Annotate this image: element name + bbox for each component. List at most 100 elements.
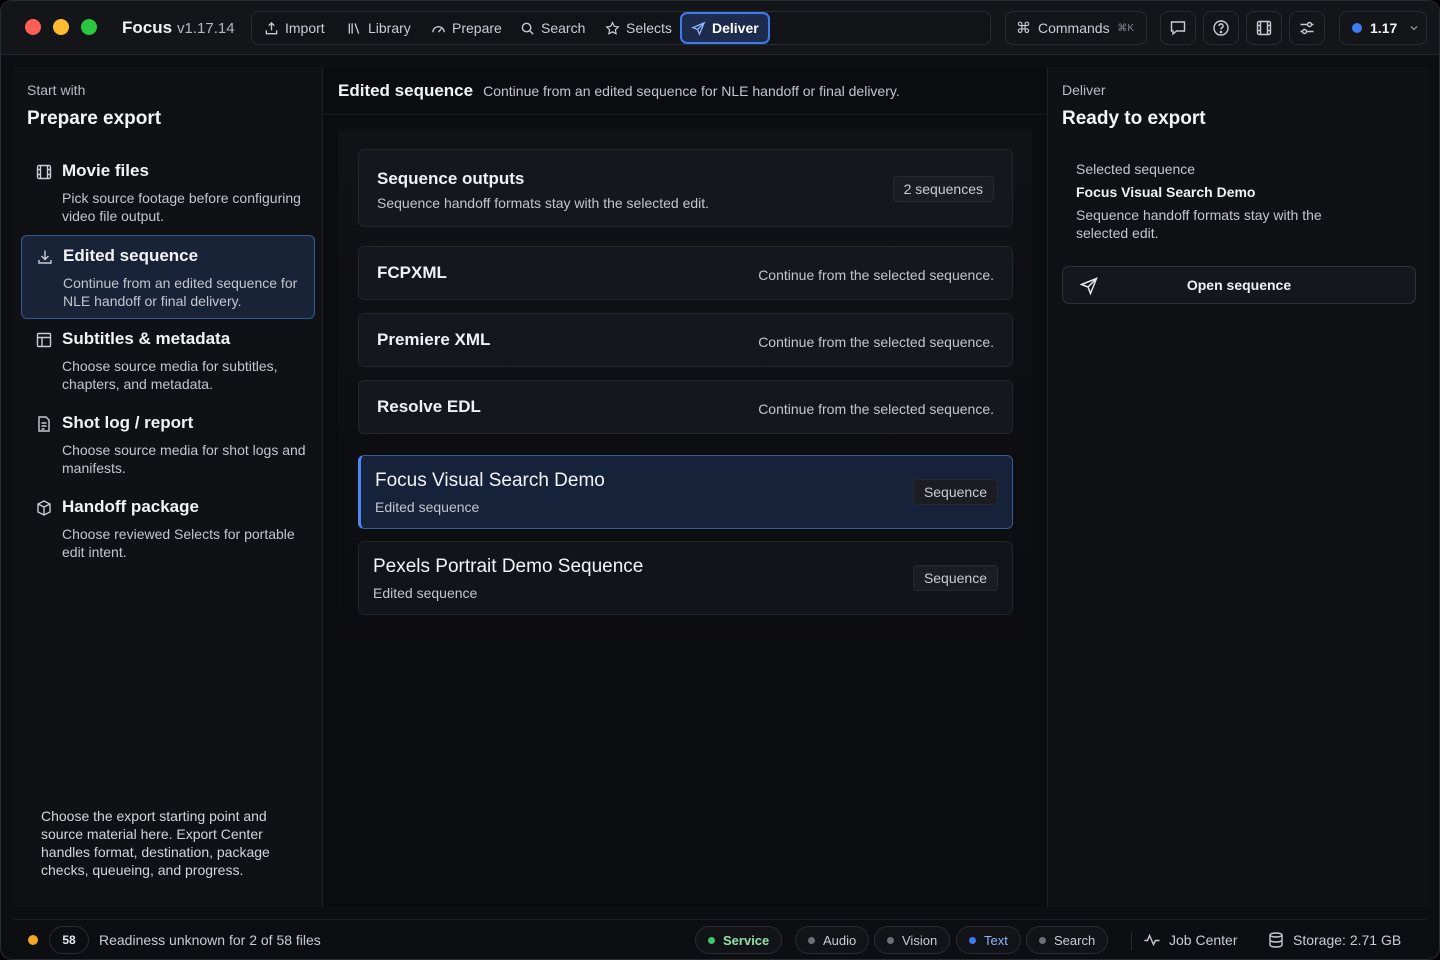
format-desc: Continue from the selected sequence. [758,401,994,417]
storage-indicator[interactable]: Storage: 2.71 GB [1267,920,1401,959]
option-desc: Choose source media for subtitles, chapt… [62,358,278,392]
deliver-eyebrow: Deliver [1062,82,1106,98]
format-desc: Continue from the selected sequence. [758,334,994,350]
prepare-export-panel: Start with Prepare export Movie files Pi… [13,67,323,907]
selected-label: Selected sequence [1076,161,1196,177]
nav-deliver[interactable]: Deliver [680,12,770,44]
option-desc: Choose reviewed Selects for portable edi… [62,526,295,560]
format-desc: Continue from the selected sequence. [758,267,994,283]
selected-sequence-summary: Selected sequence Focus Visual Search De… [1076,161,1376,242]
text-dot [969,936,976,944]
upload-icon [265,21,278,34]
nav-selects-label: Selects [626,20,672,36]
chat-button[interactable] [1160,11,1196,45]
format-name: Premiere XML [377,330,491,349]
minimize-window-button[interactable] [53,19,69,35]
option-title: Movie files [62,161,149,180]
nav-import[interactable]: Import [264,12,325,44]
file-count-badge: 58 [49,926,89,954]
job-center-label: Job Center [1169,932,1238,948]
open-sequence-label: Open sequence [1186,277,1292,293]
format-resolve-edl[interactable]: Resolve EDL Continue from the selected s… [358,380,1013,434]
service-status-search[interactable]: Search [1026,926,1109,954]
status-bar: 58 Readiness unknown for 2 of 58 files S… [13,919,1427,959]
readiness-indicator-dot [28,935,38,945]
sequence-badge: Sequence [912,565,998,591]
option-title: Edited sequence [63,246,199,265]
commands-shortcut: ⌘K [1117,22,1134,34]
service-label: Service [723,932,770,948]
close-window-button[interactable] [25,19,41,35]
option-shot-log-report[interactable]: Shot log / report Choose source media fo… [21,403,315,487]
main-nav: Import Library Prepare Search Selects De… [251,11,991,45]
film-button[interactable] [1246,11,1282,45]
selected-name: Focus Visual Search Demo [1076,184,1256,200]
search-icon [521,22,534,35]
app-window: Focus v1.17.14 Import Library Prepare Se… [0,0,1440,960]
option-desc: Choose source media for shot logs and ma… [62,442,306,476]
center-header: Edited sequence Continue from an edited … [324,67,1046,115]
option-movie-files[interactable]: Movie files Pick source footage before c… [21,151,315,235]
service-status-text[interactable]: Text [956,926,1021,954]
center-subheading: Continue from an edited sequence for NLE… [483,82,900,99]
zoom-window-button[interactable] [81,19,97,35]
version-selector[interactable]: 1.17 [1339,11,1427,45]
sequence-type: Edited sequence [373,585,478,601]
search-dot [1039,936,1046,944]
readiness-message: Readiness unknown for 2 of 58 files [99,932,321,948]
option-title: Handoff package [62,497,199,516]
help-icon [1213,20,1229,36]
vision-dot [887,936,894,944]
nav-deliver-label: Deliver [712,20,759,36]
send-icon [1079,277,1098,296]
panel-footer-note: Choose the export starting point and sou… [41,808,270,878]
open-sequence-button[interactable]: Open sequence [1062,266,1416,304]
option-edited-sequence[interactable]: Edited sequence Continue from an edited … [21,235,315,319]
version-label: 1.17 [1370,20,1398,36]
deliver-panel: Deliver Ready to export Selected sequenc… [1047,67,1429,907]
format-fcpxml[interactable]: FCPXML Continue from the selected sequen… [358,246,1013,300]
sequence-name: Focus Visual Search Demo [375,470,605,491]
commands-button[interactable]: ⌘ Commands ⌘K [1005,11,1147,45]
center-heading: Edited sequence [338,80,474,100]
sequence-item-pexels-portrait-demo[interactable]: Pexels Portrait Demo Sequence Edited seq… [358,541,1013,615]
activity-icon [1144,933,1160,947]
nav-library[interactable]: Library [347,12,411,44]
panel-eyebrow: Start with [27,82,86,98]
package-icon [37,500,51,516]
sequence-canvas: Sequence outputs Sequence handoff format… [338,129,1032,907]
service-status-audio[interactable]: Audio [795,926,870,954]
sequence-badge: Sequence [912,479,998,505]
chat-icon [1170,21,1186,36]
format-name: Resolve EDL [377,397,481,416]
help-button[interactable] [1203,11,1239,45]
nav-library-label: Library [368,20,411,36]
version-status-dot [1352,23,1362,33]
nav-selects[interactable]: Selects [605,12,672,44]
service-status-vision[interactable]: Vision [874,926,951,954]
job-center-button[interactable]: Job Center [1143,920,1238,959]
deliver-title: Ready to export [1062,108,1206,129]
outputs-desc: Sequence handoff formats stay with the s… [377,195,710,211]
sequence-item-focus-visual-search-demo[interactable]: Focus Visual Search Demo Edited sequence… [358,455,1013,529]
format-premiere-xml[interactable]: Premiere XML Continue from the selected … [358,313,1013,367]
outputs-title: Sequence outputs [377,169,525,188]
sequence-panel: Edited sequence Continue from an edited … [324,67,1046,907]
nav-search[interactable]: Search [520,12,585,44]
service-status-service[interactable]: Service [695,926,783,954]
format-name: FCPXML [377,263,447,282]
nav-prepare[interactable]: Prepare [431,12,502,44]
option-handoff-package[interactable]: Handoff package Choose reviewed Selects … [21,487,315,571]
nav-prepare-label: Prepare [452,20,502,36]
option-title: Subtitles & metadata [62,329,231,348]
sequence-type: Edited sequence [375,499,480,515]
service-dot [708,936,715,944]
option-desc: Continue from an edited sequence for NLE… [63,275,298,309]
table-icon [36,332,52,348]
option-subtitles-metadata[interactable]: Subtitles & metadata Choose source media… [21,319,315,403]
settings-sliders-icon [1300,21,1314,35]
settings-button[interactable] [1289,11,1325,45]
database-icon [1269,932,1283,948]
text-label: Text [984,932,1008,948]
document-icon [38,416,50,432]
